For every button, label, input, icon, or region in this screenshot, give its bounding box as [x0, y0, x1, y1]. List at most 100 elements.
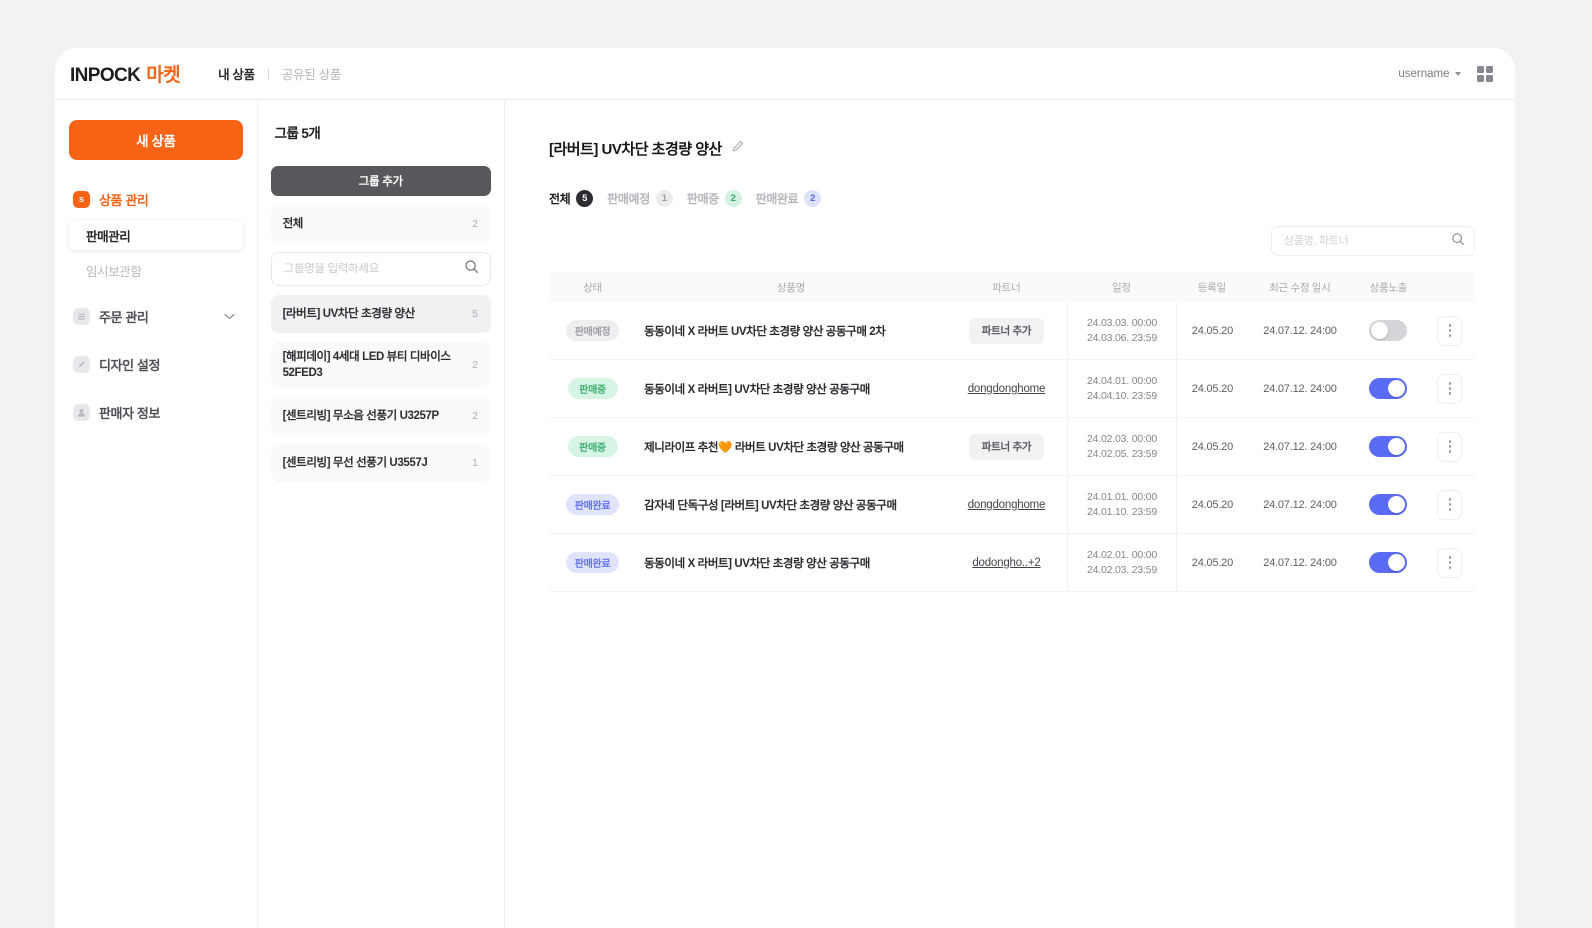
add-partner-button[interactable]: 파트너 추가	[968, 433, 1045, 460]
product-search-box[interactable]	[1271, 226, 1475, 256]
add-group-button[interactable]: 그룹 추가	[270, 166, 491, 196]
cell-product-name[interactable]: 동동이네 X 라버트 UV차단 초경량 양산 공동구매 2차	[636, 302, 946, 359]
sidebar-item-design-settings[interactable]: 디자인 설정	[69, 349, 243, 379]
toggle-knob	[1371, 322, 1389, 339]
row-menu-button[interactable]	[1437, 547, 1463, 578]
search-input[interactable]	[1284, 235, 1451, 247]
product-name-label: 감자네 단독구성 [라버트] UV차단 초경량 양산 공동구매	[644, 499, 897, 512]
group-item-count: 2	[472, 359, 478, 371]
tab-count-badge: 2	[804, 190, 822, 207]
dot	[1448, 445, 1452, 448]
sidebar: 새 상품 S 상품 관리 판매관리 임시보관함 주문 관리 디자인 설정 판매자…	[55, 100, 258, 928]
cell-exposure	[1352, 534, 1425, 591]
group-search-input[interactable]	[283, 263, 464, 275]
cell-modified: 24.07.12. 24:00	[1248, 418, 1352, 475]
dot	[1448, 556, 1452, 559]
topnav-divider	[267, 68, 269, 79]
toggle-knob	[1388, 380, 1406, 397]
column-header-status: 상태	[583, 281, 602, 294]
cell-schedule: 24.02.03. 00:00 24.02.05. 23:59	[1067, 418, 1176, 475]
row-menu-button[interactable]	[1437, 373, 1463, 404]
group-search-box[interactable]	[270, 252, 491, 286]
sidebar-item-order-management[interactable]: 주문 관리	[69, 301, 243, 331]
schedule-text: 24.03.03. 00:00 24.03.06. 23:59	[1087, 316, 1157, 346]
dot	[1448, 498, 1452, 501]
cell-status: 판매완료	[549, 534, 636, 591]
partner-link[interactable]: dodongho..+2	[972, 557, 1040, 569]
cell-exposure	[1352, 418, 1425, 475]
table-row[interactable]: 판매예정 동동이네 X 라버트 UV차단 초경량 양산 공동구매 2차 파트너 …	[549, 302, 1475, 360]
schedule-end: 24.04.10. 23:59	[1086, 389, 1157, 402]
modified-date: 24.07.12. 24:00	[1263, 382, 1337, 395]
partner-link[interactable]: dongdonghome	[968, 499, 1046, 511]
dot	[1448, 561, 1452, 564]
group-item[interactable]: [해피데이] 4세대 LED 뷰티 디바이스 52FED3 2	[270, 342, 491, 388]
cell-product-name[interactable]: 감자네 단독구성 [라버트] UV차단 초경량 양산 공동구매	[636, 476, 946, 533]
schedule-text: 24.02.01. 00:00 24.02.03. 23:59	[1087, 548, 1157, 578]
exposure-toggle[interactable]	[1369, 320, 1408, 341]
new-product-button[interactable]: 새 상품	[69, 120, 243, 160]
exposure-toggle[interactable]	[1369, 436, 1408, 457]
chevron-down-icon[interactable]	[223, 307, 235, 325]
grid-cell	[1486, 65, 1493, 73]
tab-scheduled[interactable]: 판매예정 1	[607, 190, 673, 207]
schedule-end: 24.03.06. 23:59	[1086, 331, 1157, 344]
cell-status: 판매중	[549, 418, 636, 475]
exposure-toggle[interactable]	[1369, 378, 1408, 399]
group-item[interactable]: [센트리빙] 무선 선풍기 U3557J 1	[270, 444, 491, 482]
group-title-text: 그룹	[274, 126, 299, 141]
edit-pencil-icon[interactable]	[731, 139, 745, 158]
table-row[interactable]: 판매완료 동동이네 X 라버트] UV차단 초경량 양산 공동구매 dodong…	[549, 534, 1475, 592]
schedule-text: 24.02.03. 00:00 24.02.05. 23:59	[1087, 432, 1157, 462]
topnav-item-shared-products[interactable]: 공유된 상품	[282, 64, 341, 83]
user-menu[interactable]: username	[1398, 68, 1461, 80]
tab-selling[interactable]: 판매중 2	[687, 190, 742, 207]
table-row[interactable]: 판매중 동동이네 X 라버트] UV차단 초경량 양산 공동구매 dongdon…	[549, 360, 1475, 418]
sidebar-subitem-drafts[interactable]: 임시보관함	[69, 255, 243, 285]
search-icon[interactable]	[1451, 232, 1465, 251]
sidebar-item-seller-info[interactable]: 판매자 정보	[69, 397, 243, 427]
group-item-all[interactable]: 전체 2	[270, 205, 491, 243]
grid-menu-icon[interactable]	[1476, 65, 1493, 83]
schedule-start: 24.02.01. 00:00	[1086, 548, 1157, 561]
grid-cell	[1486, 75, 1493, 83]
tab-all[interactable]: 전체 5	[549, 190, 594, 207]
registered-date: 24.05.20	[1191, 324, 1234, 337]
partner-link[interactable]: dongdonghome	[968, 383, 1046, 395]
cell-product-name[interactable]: 동동이네 X 라버트] UV차단 초경량 양산 공동구매	[636, 534, 946, 591]
group-item[interactable]: [센트리빙] 무소음 선풍기 U3257P 2	[270, 397, 491, 435]
group-panel: 그룹5개 그룹 추가 전체 2 [라버트] UV차단 초경량 양산 5 [해피데…	[257, 100, 505, 928]
cell-exposure	[1352, 476, 1425, 533]
group-item[interactable]: [라버트] UV차단 초경량 양산 5	[270, 295, 491, 333]
tab-completed[interactable]: 판매완료 2	[756, 190, 822, 207]
add-partner-button[interactable]: 파트너 추가	[968, 317, 1045, 344]
sidebar-item-product-management[interactable]: S 상품 관리	[69, 184, 243, 214]
sidebar-subitem-sales-management[interactable]: 판매관리	[69, 220, 243, 250]
schedule-start: 24.03.03. 00:00	[1086, 316, 1157, 329]
registered-date: 24.05.20	[1191, 498, 1234, 511]
logo[interactable]: INPOCK 마켓	[70, 60, 181, 87]
table-header-row: 상태 상품명 파트너 일정 등록일 최근 수정 일시 상품노출	[549, 272, 1475, 302]
status-badge: 판매완료	[565, 552, 620, 573]
registered-date: 24.05.20	[1191, 556, 1234, 569]
topnav-item-my-products[interactable]: 내 상품	[218, 64, 255, 83]
row-menu-button[interactable]	[1437, 315, 1463, 346]
row-menu-button[interactable]	[1437, 489, 1463, 520]
cell-registered: 24.05.20	[1175, 360, 1248, 417]
table-row[interactable]: 판매완료 감자네 단독구성 [라버트] UV차단 초경량 양산 공동구매 don…	[549, 476, 1475, 534]
table-row[interactable]: 판매중 제니라이프 추천🧡 라버트 UV차단 초경량 양산 공동구매 파트너 추…	[549, 418, 1475, 476]
cell-product-name[interactable]: 동동이네 X 라버트] UV차단 초경량 양산 공동구매	[636, 360, 946, 417]
cell-schedule: 24.02.01. 00:00 24.02.03. 23:59	[1067, 534, 1176, 591]
row-menu-button[interactable]	[1437, 431, 1463, 462]
cell-partner: 파트너 추가	[946, 418, 1067, 475]
exposure-toggle[interactable]	[1369, 494, 1408, 515]
cell-modified: 24.07.12. 24:00	[1248, 476, 1352, 533]
table-body: 판매예정 동동이네 X 라버트 UV차단 초경량 양산 공동구매 2차 파트너 …	[549, 302, 1475, 592]
cell-product-name[interactable]: 제니라이프 추천🧡 라버트 UV차단 초경량 양산 공동구매	[636, 418, 946, 475]
search-icon[interactable]	[464, 259, 479, 279]
group-panel-title: 그룹 5개	[271, 122, 491, 143]
cell-schedule: 24.01.01. 00:00 24.01.10. 23:59	[1067, 476, 1176, 533]
dot	[1448, 450, 1452, 453]
exposure-toggle[interactable]	[1369, 552, 1408, 573]
